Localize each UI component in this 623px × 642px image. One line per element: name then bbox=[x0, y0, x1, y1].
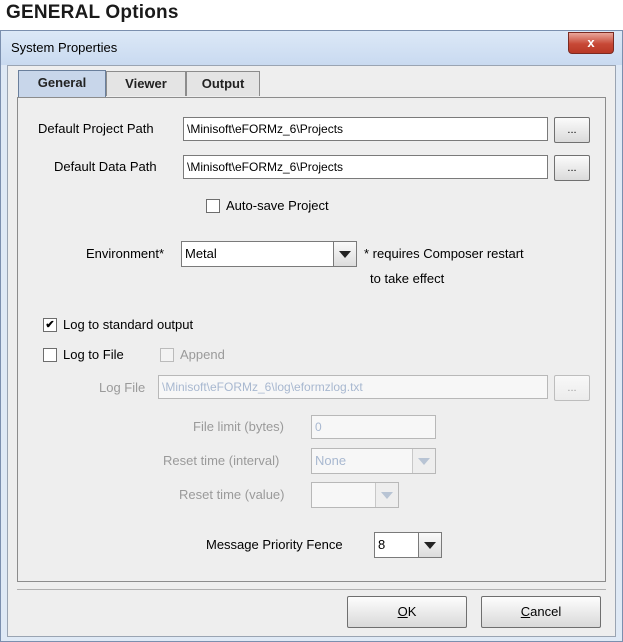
ok-mnemonic: O bbox=[397, 604, 408, 619]
dropdown-arrow-icon[interactable] bbox=[412, 449, 435, 473]
log-file-checkbox[interactable] bbox=[43, 348, 57, 362]
cancel-button[interactable]: Cancel bbox=[481, 596, 601, 628]
log-stdout-checkbox[interactable]: ✔ bbox=[43, 318, 57, 332]
environment-value: Metal bbox=[185, 246, 217, 261]
environment-note-line2: to take effect bbox=[370, 271, 445, 286]
reset-value-select[interactable] bbox=[311, 482, 399, 508]
log-stdout-label: Log to standard output bbox=[63, 317, 194, 332]
log-file-label: Log to File bbox=[63, 347, 124, 362]
priority-select[interactable]: 8 bbox=[374, 532, 442, 558]
ok-label: K bbox=[407, 604, 417, 619]
dropdown-arrow-icon[interactable] bbox=[333, 242, 356, 266]
append-label: Append bbox=[180, 347, 225, 362]
ok-button[interactable]: OK bbox=[347, 596, 467, 628]
system-properties-dialog: System Properties x General Viewer Outpu… bbox=[0, 30, 623, 642]
window-title: System Properties bbox=[11, 40, 118, 55]
reset-interval-select[interactable]: None bbox=[311, 448, 436, 474]
cancel-label: ancel bbox=[530, 604, 562, 619]
log-file-field[interactable]: \Minisoft\eFORMz_6\log\eformzlog.txt bbox=[158, 375, 548, 399]
autosave-label: Auto-save Project bbox=[226, 198, 329, 213]
log-file-field-label: Log File bbox=[99, 380, 146, 395]
environment-note-line1: * requires Composer restart bbox=[364, 246, 524, 261]
cancel-mnemonic: C bbox=[520, 604, 531, 619]
data-path-browse-button[interactable]: ... bbox=[554, 155, 590, 181]
dropdown-arrow-icon[interactable] bbox=[375, 483, 398, 507]
page-heading: GENERAL Options bbox=[6, 2, 179, 23]
tab-output-label: Output bbox=[201, 76, 245, 91]
dropdown-arrow-icon[interactable] bbox=[418, 533, 441, 557]
priority-label: Message Priority Fence bbox=[206, 537, 343, 552]
priority-value: 8 bbox=[378, 537, 386, 552]
project-path-field[interactable]: \Minisoft\eFORMz_6\Projects bbox=[183, 117, 548, 141]
environment-select[interactable]: Metal bbox=[181, 241, 357, 267]
title-bar[interactable]: System Properties x bbox=[1, 31, 622, 65]
data-path-label: Default Data Path bbox=[54, 159, 157, 174]
project-path-browse-button[interactable]: ... bbox=[554, 117, 590, 143]
autosave-checkbox[interactable] bbox=[206, 199, 220, 213]
close-button[interactable]: x bbox=[568, 32, 614, 54]
reset-interval-label: Reset time (interval) bbox=[163, 453, 280, 468]
data-path-field[interactable]: \Minisoft\eFORMz_6\Projects bbox=[183, 155, 548, 179]
footer-separator bbox=[17, 589, 606, 590]
environment-label: Environment* bbox=[86, 246, 165, 261]
tab-general[interactable]: General bbox=[18, 70, 106, 97]
tab-viewer[interactable]: Viewer bbox=[106, 71, 186, 96]
tab-viewer-label: Viewer bbox=[125, 76, 167, 91]
dialog-panel: General Viewer Output Default Project Pa… bbox=[7, 65, 616, 637]
log-file-browse-button[interactable]: ... bbox=[554, 375, 590, 401]
general-tab-content: Default Project Path \Minisoft\eFORMz_6\… bbox=[17, 97, 606, 582]
file-limit-label: File limit (bytes) bbox=[193, 419, 285, 434]
reset-value-label: Reset time (value) bbox=[179, 487, 285, 502]
project-path-label: Default Project Path bbox=[38, 121, 154, 136]
append-checkbox[interactable] bbox=[160, 348, 174, 362]
reset-interval-value: None bbox=[315, 453, 347, 468]
close-icon: x bbox=[587, 35, 595, 50]
tab-output[interactable]: Output bbox=[186, 71, 260, 96]
file-limit-field[interactable]: 0 bbox=[311, 415, 436, 439]
tab-general-label: General bbox=[37, 75, 87, 90]
check-icon: ✔ bbox=[45, 319, 55, 331]
